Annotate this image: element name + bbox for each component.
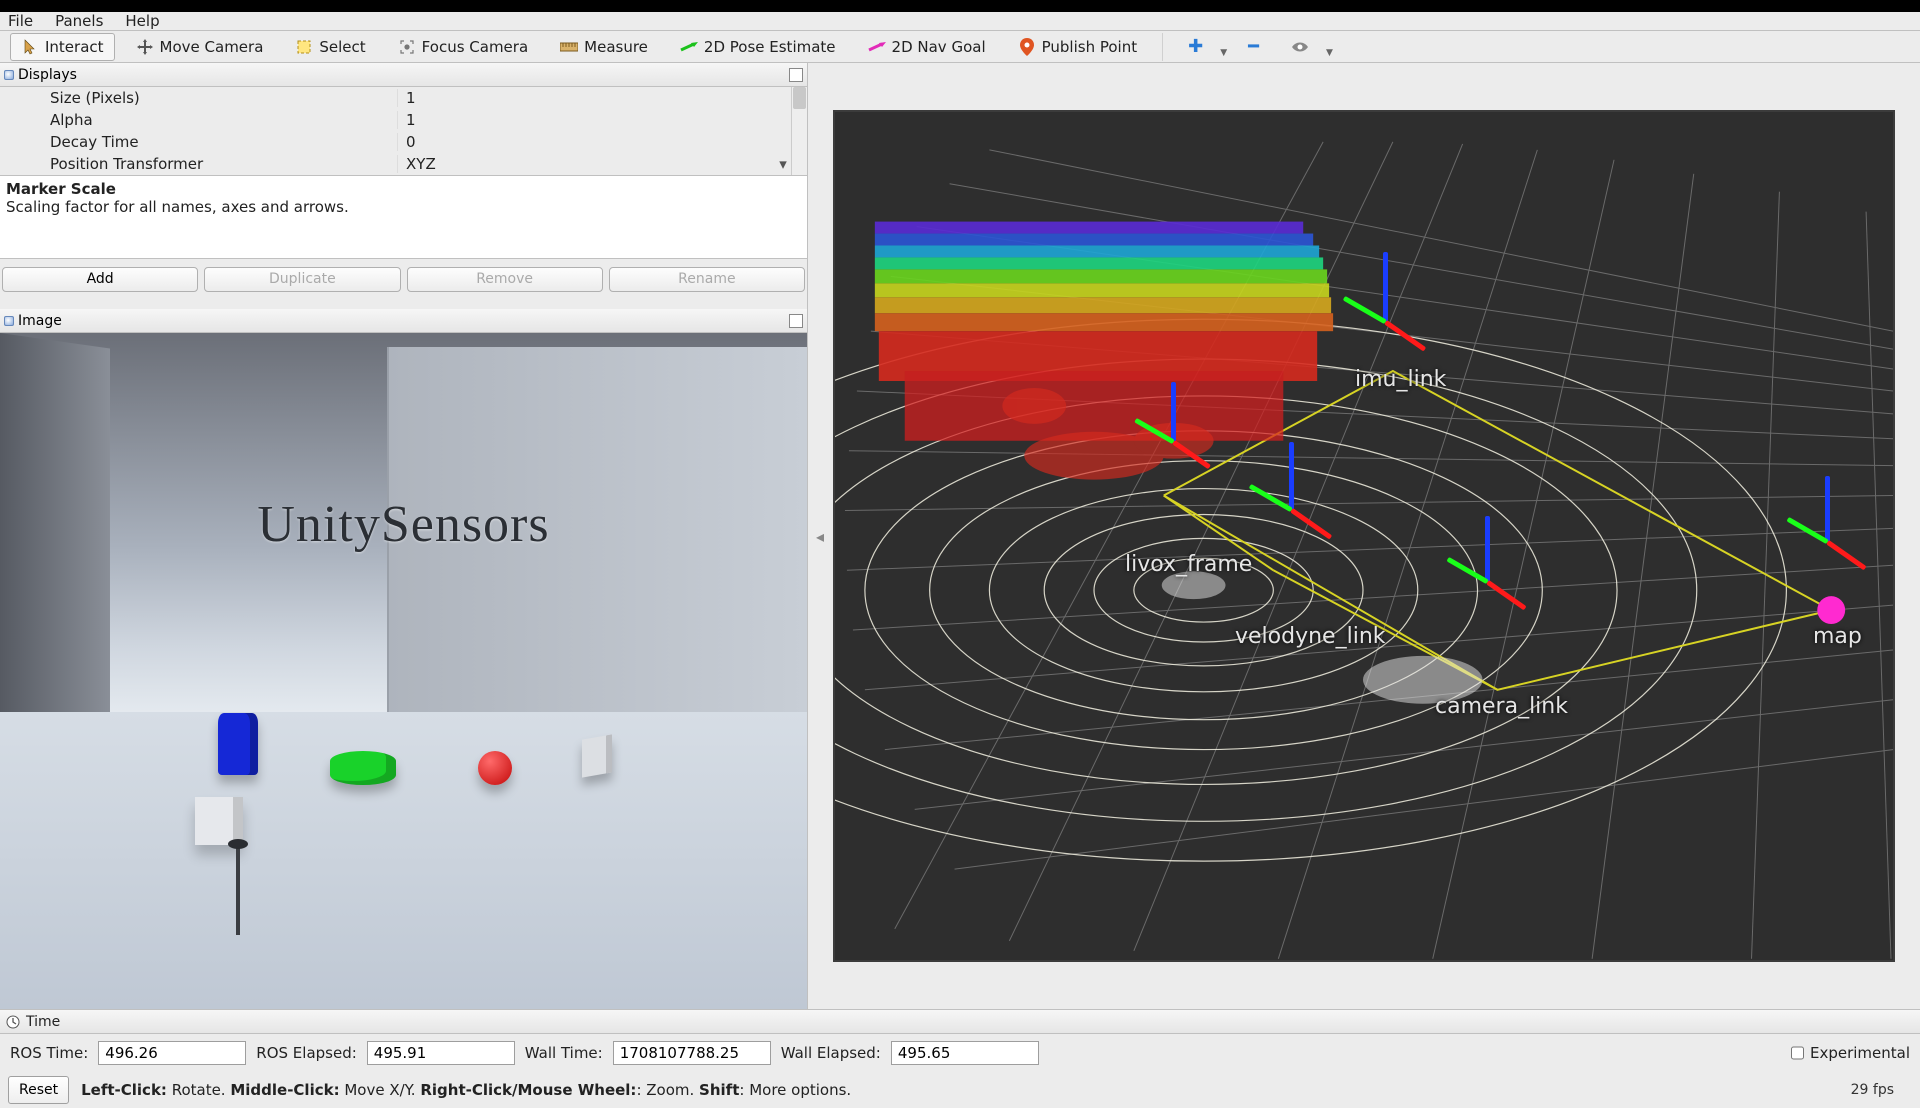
- scrollbar[interactable]: [791, 87, 807, 175]
- fps-label: 29 fps: [1851, 1082, 1912, 1098]
- tf-label-velodyne-link: velodyne_link: [1235, 624, 1386, 649]
- tool-focus-camera[interactable]: Focus Camera: [387, 33, 539, 61]
- camera-eye-icon: [1291, 38, 1309, 56]
- grip-icon: [4, 70, 14, 80]
- prop-row-decay-time[interactable]: Decay Time0: [0, 131, 791, 153]
- 3d-view[interactable]: imu_link livox_frame velodyne_link: [833, 110, 1895, 962]
- displays-title-label: Displays: [18, 67, 77, 83]
- property-description: Marker Scale Scaling factor for all name…: [0, 175, 807, 259]
- tool-add[interactable]: ✚: [1177, 31, 1214, 62]
- pin-icon: [1018, 38, 1036, 56]
- scene-title-text: UnitySensors: [257, 495, 549, 554]
- ros-time-field[interactable]: [98, 1041, 246, 1065]
- wall-time-label: Wall Time:: [525, 1044, 603, 1062]
- add-button[interactable]: Add: [2, 267, 198, 292]
- dropdown-icon[interactable]: ▼: [1220, 48, 1227, 58]
- tf-label-map: map: [1813, 624, 1862, 649]
- minus-icon: ━: [1248, 36, 1259, 57]
- tf-label-camera-link: camera_link: [1435, 694, 1568, 719]
- move-icon: [136, 38, 154, 56]
- viewport-splitter[interactable]: ◂: [808, 63, 832, 1009]
- tool-select[interactable]: Select: [284, 33, 376, 61]
- tool-bar: Interact Move Camera Select Focus Camera…: [0, 31, 1920, 63]
- image-view[interactable]: UnitySensors: [0, 333, 807, 1009]
- remove-button[interactable]: Remove: [407, 267, 603, 292]
- menu-file[interactable]: File: [8, 12, 33, 30]
- undock-icon[interactable]: [789, 314, 803, 328]
- tool-remove[interactable]: ━: [1237, 31, 1270, 62]
- ros-time-label: ROS Time:: [10, 1044, 88, 1062]
- cursor-icon: [21, 38, 39, 56]
- arrow-pink-icon: [868, 38, 886, 56]
- wall-time-field[interactable]: [613, 1041, 771, 1065]
- chevron-down-icon[interactable]: ▾: [775, 155, 791, 173]
- scene-blue-cylinder: [218, 713, 258, 775]
- tool-publish-point[interactable]: Publish Point: [1007, 33, 1148, 61]
- prop-row-alpha[interactable]: Alpha1: [0, 109, 791, 131]
- 3d-scene-svg: [835, 112, 1893, 961]
- wall-elapsed-field[interactable]: [891, 1041, 1039, 1065]
- menu-bar: File Panels Help: [0, 12, 1920, 31]
- dropdown-icon[interactable]: ▼: [1326, 48, 1333, 58]
- tool-move-camera[interactable]: Move Camera: [125, 33, 275, 61]
- ruler-icon: [560, 38, 578, 56]
- tool-interact[interactable]: Interact: [10, 33, 115, 61]
- ros-elapsed-label: ROS Elapsed:: [256, 1044, 357, 1062]
- experimental-checkbox[interactable]: Experimental: [1791, 1041, 1910, 1065]
- tf-label-livox-frame: livox_frame: [1125, 552, 1252, 577]
- reset-button[interactable]: Reset: [8, 1076, 69, 1104]
- image-panel-title: Image: [0, 309, 807, 333]
- prop-row-size-pixels[interactable]: Size (Pixels)1: [0, 87, 791, 109]
- tf-label-imu-link: imu_link: [1355, 367, 1446, 392]
- plus-icon: ✚: [1188, 36, 1203, 57]
- rename-button[interactable]: Rename: [609, 267, 805, 292]
- grip-icon: [4, 316, 14, 326]
- tool-measure[interactable]: Measure: [549, 33, 659, 61]
- image-title-label: Image: [18, 313, 62, 329]
- menu-help[interactable]: Help: [125, 12, 159, 30]
- menu-panels[interactable]: Panels: [55, 12, 103, 30]
- wall-elapsed-label: Wall Elapsed:: [781, 1044, 881, 1062]
- scene-red-sphere: [478, 751, 512, 785]
- mouse-hint: Left-Click: Rotate. Middle-Click: Move X…: [81, 1081, 851, 1099]
- scene-white-cube-near: [195, 797, 243, 845]
- displays-panel-title: Displays: [0, 63, 807, 87]
- tool-2d-pose-estimate[interactable]: 2D Pose Estimate: [669, 33, 847, 61]
- scene-green-cylinder: [330, 751, 396, 785]
- arrow-green-icon: [680, 38, 698, 56]
- duplicate-button[interactable]: Duplicate: [204, 267, 400, 292]
- tool-2d-nav-goal[interactable]: 2D Nav Goal: [857, 33, 997, 61]
- prop-row-position-transformer[interactable]: Position TransformerXYZ▾: [0, 153, 791, 175]
- ros-elapsed-field[interactable]: [367, 1041, 515, 1065]
- scene-white-cube-far: [582, 734, 612, 777]
- time-panel-title: Time: [0, 1010, 1920, 1034]
- undock-icon[interactable]: [789, 68, 803, 82]
- displays-property-grid[interactable]: Size (Pixels)1 Alpha1 Decay Time0 Positi…: [0, 87, 807, 175]
- clock-icon: [4, 1013, 22, 1031]
- select-icon: [295, 38, 313, 56]
- scene-sensor-pole: [236, 845, 240, 935]
- time-title-label: Time: [26, 1014, 60, 1030]
- focus-icon: [398, 38, 416, 56]
- tool-more[interactable]: [1280, 33, 1320, 61]
